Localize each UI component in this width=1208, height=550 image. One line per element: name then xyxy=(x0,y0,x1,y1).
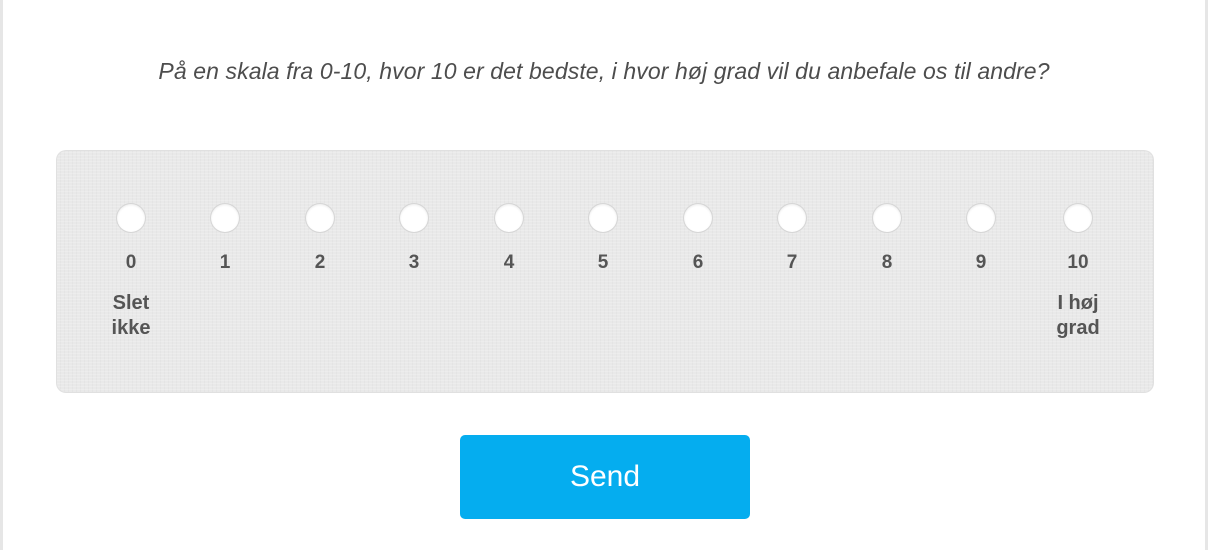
scale-option-9[interactable]: 9 xyxy=(941,150,1021,393)
radio-button-2[interactable] xyxy=(306,204,334,232)
scale-option-8[interactable]: 8 xyxy=(847,150,927,393)
low-anchor-line-2: ikke xyxy=(111,317,151,339)
scale-number-3: 3 xyxy=(408,252,420,273)
scale-number-10: 10 xyxy=(1067,252,1089,273)
rating-scale: 0 Slet ikke 1 2 3 4 5 6 7 8 9 10 I høj g… xyxy=(56,150,1154,393)
question-text: På en skala fra 0-10, hvor 10 er det bed… xyxy=(158,58,1050,84)
radio-button-9[interactable] xyxy=(967,204,995,232)
radio-button-3[interactable] xyxy=(400,204,428,232)
scale-option-7[interactable]: 7 xyxy=(752,150,832,393)
high-anchor-label: I høj grad xyxy=(1038,291,1118,341)
low-anchor-line-1: Slet xyxy=(112,292,150,314)
scale-number-1: 1 xyxy=(219,252,231,273)
scale-option-1[interactable]: 1 xyxy=(185,150,265,393)
radio-button-4[interactable] xyxy=(495,204,523,232)
radio-button-1[interactable] xyxy=(211,204,239,232)
radio-button-8[interactable] xyxy=(873,204,901,232)
radio-button-5[interactable] xyxy=(589,204,617,232)
scale-option-4[interactable]: 4 xyxy=(469,150,549,393)
scale-number-0: 0 xyxy=(125,252,137,273)
scale-option-5[interactable]: 5 xyxy=(563,150,643,393)
scale-option-6[interactable]: 6 xyxy=(658,150,738,393)
send-button[interactable]: Send xyxy=(460,435,750,519)
high-anchor-line-2: grad xyxy=(1056,317,1100,339)
scale-option-3[interactable]: 3 xyxy=(374,150,454,393)
scale-option-2[interactable]: 2 xyxy=(280,150,360,393)
scale-number-5: 5 xyxy=(597,252,609,273)
radio-button-6[interactable] xyxy=(684,204,712,232)
radio-button-10[interactable] xyxy=(1064,204,1092,232)
scale-number-9: 9 xyxy=(975,252,987,273)
scale-number-4: 4 xyxy=(503,252,515,273)
radio-button-0[interactable] xyxy=(117,204,145,232)
high-anchor-line-1: I høj xyxy=(1057,292,1099,314)
scale-option-10[interactable]: 10 I høj grad xyxy=(1038,150,1118,393)
scale-number-8: 8 xyxy=(881,252,893,273)
radio-button-7[interactable] xyxy=(778,204,806,232)
low-anchor-label: Slet ikke xyxy=(91,291,171,341)
scale-number-2: 2 xyxy=(314,252,326,273)
scale-option-0[interactable]: 0 Slet ikke xyxy=(91,150,171,393)
scale-number-6: 6 xyxy=(692,252,704,273)
scale-number-7: 7 xyxy=(786,252,798,273)
